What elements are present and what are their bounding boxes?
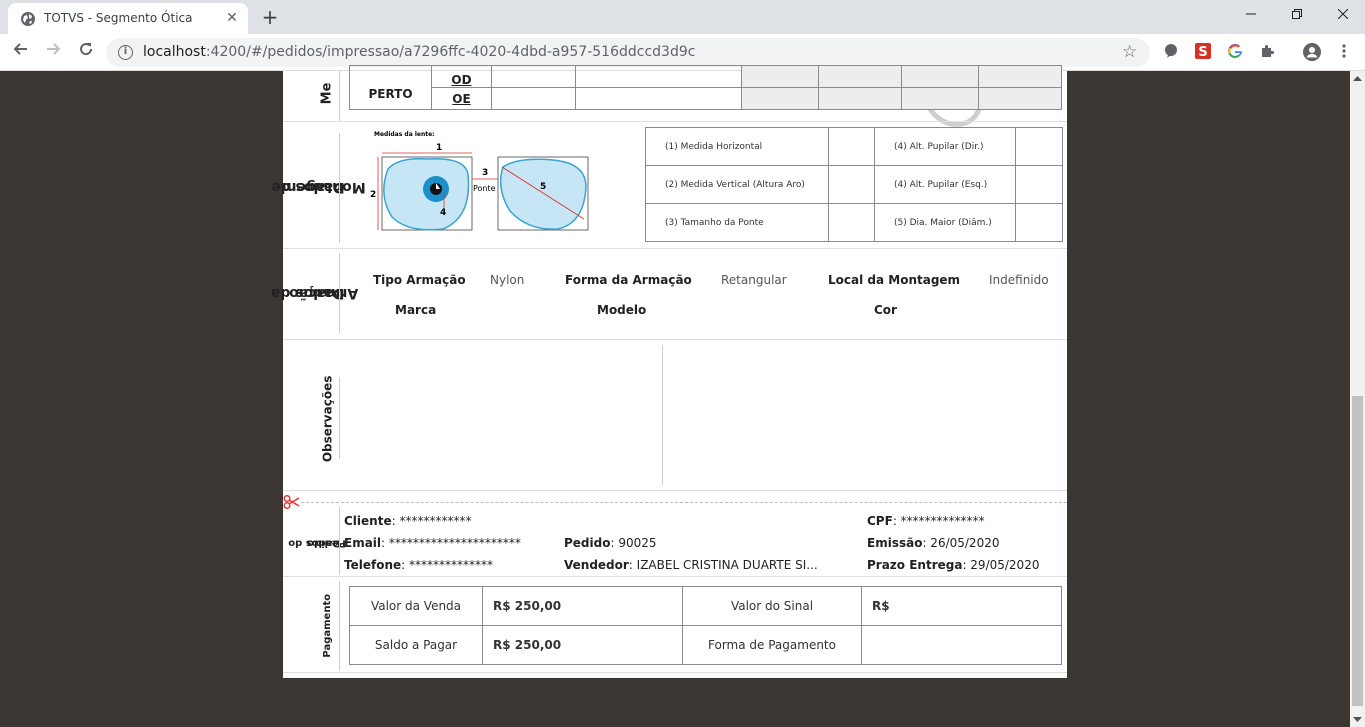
medida-vertical-label: (2) Medida Vertical (Altura Aro) <box>645 165 829 204</box>
scroll-down-arrow-icon[interactable] <box>1353 716 1362 723</box>
reload-icon <box>80 43 93 56</box>
oe-label: OE <box>431 87 492 110</box>
medida-horizontal-label: (1) Medida Horizontal <box>645 127 829 166</box>
modelo-label: Modelo <box>597 303 647 317</box>
extension-bubble-icon[interactable] <box>1162 43 1180 61</box>
pagamento-section-label: Pagamento <box>322 594 334 658</box>
alt-pupilar-dir-label: (4) Alt. Pupilar (Dir.) <box>874 127 1016 166</box>
od-label: OD <box>431 65 492 88</box>
valor-venda-label: Valor da Venda <box>349 586 483 626</box>
tamanho-ponte-label: (3) Tamanho da Ponte <box>645 203 829 242</box>
svg-text:2: 2 <box>370 190 376 200</box>
profile-avatar-icon[interactable] <box>1303 43 1321 61</box>
puzzle-extensions-icon[interactable] <box>1258 43 1276 61</box>
forward-button[interactable] <box>41 40 65 64</box>
page-scrollbar[interactable] <box>1350 71 1365 727</box>
medidas-section-label: Me <box>319 82 335 104</box>
close-icon <box>1337 8 1349 20</box>
forma-pagamento-value <box>861 625 1062 665</box>
extension-s-icon[interactable]: S <box>1194 43 1212 61</box>
valor-sinal-value: R$ <box>861 586 1062 626</box>
armacao-section-label: Dados da Armação <box>271 285 359 302</box>
back-arrow-icon <box>13 43 27 55</box>
tab-title: TOTVS - Segmento Ótica <box>44 11 193 25</box>
globe-icon <box>21 12 35 26</box>
dia-maior-label: (5) Dia. Maior (Diâm.) <box>874 203 1016 242</box>
marca-label: Marca <box>395 303 437 317</box>
valor-sinal-label: Valor do Sinal <box>682 586 862 626</box>
svg-text:5: 5 <box>540 182 546 192</box>
cpf-field: CPF: ************** <box>867 514 985 528</box>
print-preview-page: Me PERTO OD OE Dados de Montagem Medidas … <box>271 65 1067 678</box>
observacoes-section-label: Observações <box>320 375 335 463</box>
email-field: Email: ********************** <box>344 536 521 550</box>
tab-close-icon[interactable]: ✕ <box>224 10 240 26</box>
cor-label: Cor <box>874 303 897 317</box>
pagamento-table: Valor da Venda R$ 250,00 Valor do Sinal … <box>349 586 1062 665</box>
new-tab-button[interactable]: + <box>260 7 280 27</box>
saldo-pagar-value: R$ 250,00 <box>482 625 683 665</box>
valor-venda-value: R$ 250,00 <box>482 586 683 626</box>
menu-kebab-icon[interactable] <box>1335 43 1353 61</box>
restore-button[interactable] <box>1274 0 1320 30</box>
prazo-entrega-field: Prazo Entrega: 29/05/2020 <box>867 558 1040 572</box>
forma-pagamento-label: Forma de Pagamento <box>682 625 862 665</box>
svg-text:S: S <box>1198 45 1207 59</box>
montagem-table: (1) Medida Horizontal (4) Alt. Pupilar (D… <box>645 127 1063 242</box>
lens-measurement-diagram: Medidas da lente: 1 2 3 Ponte 4 5 <box>368 127 594 242</box>
perto-label: PERTO <box>349 65 432 110</box>
info-icon[interactable]: i <box>118 45 133 60</box>
svg-text:4: 4 <box>440 208 446 218</box>
scrollbar-thumb[interactable] <box>1352 396 1363 706</box>
svg-text:Ponte: Ponte <box>473 184 496 193</box>
forma-armacao-value: Retangular <box>721 273 787 287</box>
vendedor-field: Vendedor: IZABEL CRISTINA DUARTE SI... <box>564 558 818 572</box>
forma-armacao-label: Forma da Armação <box>565 273 692 287</box>
scissors-icon <box>283 495 300 509</box>
local-montagem-label: Local da Montagem <box>828 273 961 287</box>
minimize-button[interactable] <box>1228 0 1274 30</box>
cut-line <box>301 502 1067 503</box>
restore-icon <box>1292 9 1302 19</box>
telefone-field: Telefone: ************** <box>344 558 493 572</box>
close-window-button[interactable] <box>1320 0 1365 30</box>
bookmark-star-icon[interactable]: ☆ <box>1122 42 1137 62</box>
local-montagem-value: Indefinido <box>989 273 1049 287</box>
pedido-section-label: Dados do Pedido <box>287 536 346 548</box>
minimize-icon <box>1246 13 1256 15</box>
cliente-field: Cliente: ************ <box>344 514 472 528</box>
svg-text:1: 1 <box>436 143 442 153</box>
google-icon[interactable] <box>1226 43 1244 61</box>
pedido-field: Pedido: 90025 <box>564 536 657 550</box>
alt-pupilar-esq-label: (4) Alt. Pupilar (Esq.) <box>874 165 1016 204</box>
emissao-field: Emissão: 26/05/2020 <box>867 536 1000 550</box>
back-button[interactable] <box>9 40 33 64</box>
scroll-up-arrow-icon[interactable] <box>1353 75 1362 82</box>
address-bar[interactable]: i localhost:4200/#/pedidos/impressao/a72… <box>106 38 1150 67</box>
montagem-section-label: Dados de Montagem <box>271 179 366 196</box>
tipo-armacao-value: Nylon <box>490 273 525 287</box>
url-text[interactable]: localhost:4200/#/pedidos/impressao/a7296… <box>143 44 695 60</box>
svg-text:3: 3 <box>482 168 488 178</box>
svg-text:Medidas da lente:: Medidas da lente: <box>374 131 435 138</box>
saldo-pagar-label: Saldo a Pagar <box>349 625 483 665</box>
browser-tab-bar: TOTVS - Segmento Ótica ✕ + <box>0 0 1365 34</box>
tipo-armacao-label: Tipo Armação <box>373 273 466 287</box>
browser-tab[interactable]: TOTVS - Segmento Ótica ✕ <box>8 3 248 34</box>
medidas-table: PERTO OD OE <box>349 65 1062 110</box>
forward-arrow-icon <box>47 43 61 55</box>
reload-button[interactable] <box>74 40 98 64</box>
